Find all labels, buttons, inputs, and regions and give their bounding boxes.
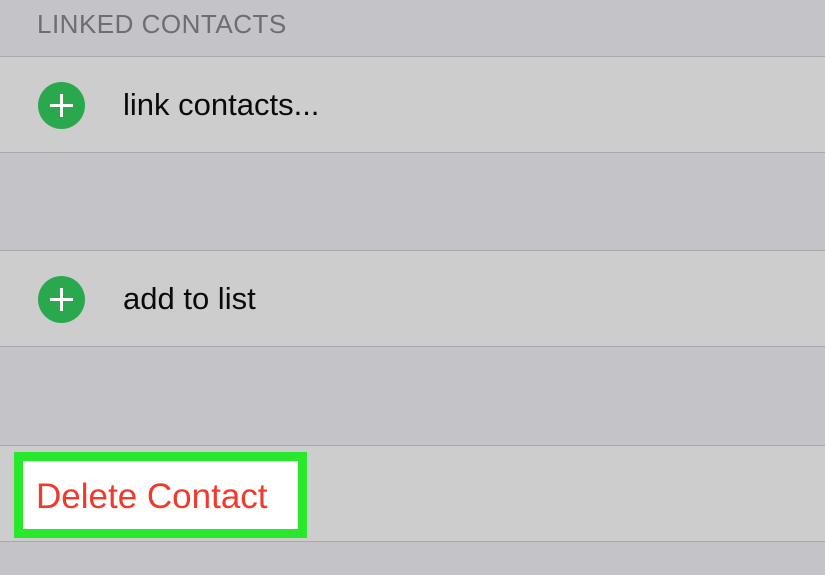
delete-contact-button[interactable]: Delete Contact <box>14 452 307 538</box>
link-contacts-row[interactable]: link contacts... <box>0 56 825 153</box>
plus-circle-icon[interactable] <box>38 82 85 129</box>
add-to-list-row[interactable]: add to list <box>0 250 825 347</box>
linked-contacts-header: LINKED CONTACTS <box>37 9 287 39</box>
link-contacts-label: link contacts... <box>123 87 320 122</box>
delete-contact-label: Delete Contact <box>36 477 268 516</box>
plus-circle-icon[interactable] <box>38 276 85 323</box>
delete-contact-row[interactable]: Delete Contact <box>0 445 825 542</box>
add-to-list-label: add to list <box>123 281 256 316</box>
